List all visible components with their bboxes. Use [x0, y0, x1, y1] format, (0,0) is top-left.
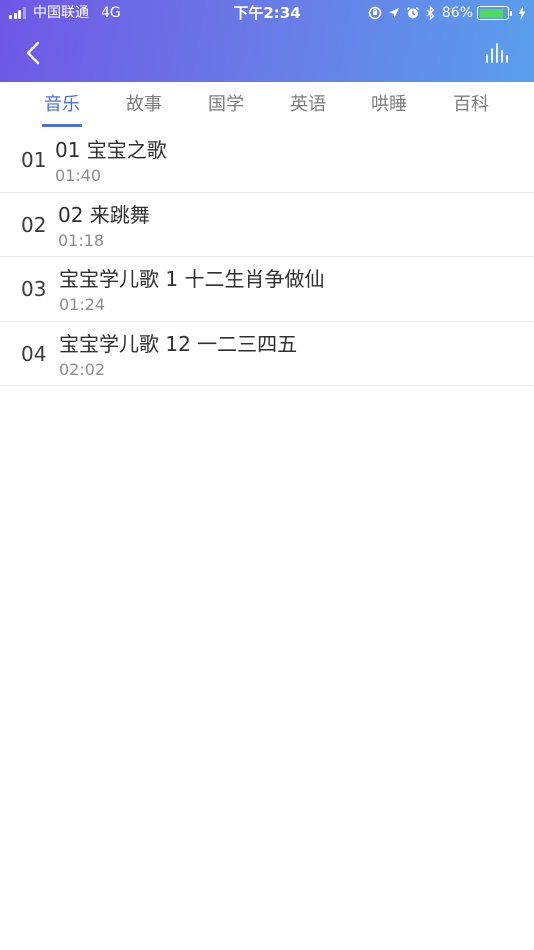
battery-percent: 86%: [441, 5, 473, 21]
tab-lullaby[interactable]: 哄睡: [351, 82, 427, 130]
status-bar: 中国联通 4G 下午2:34 86%: [0, 0, 534, 28]
track-index: 04: [21, 341, 47, 366]
tab-chinese-classics[interactable]: 国学: [188, 82, 264, 130]
equalizer-icon: [486, 43, 508, 63]
battery-level: [479, 8, 503, 18]
track-duration: 01:40: [55, 166, 102, 185]
tab-english[interactable]: 英语: [270, 82, 346, 130]
active-tab-indicator: [42, 124, 82, 127]
track-duration: 02:02: [59, 359, 106, 379]
tab-music[interactable]: 音乐: [24, 82, 100, 130]
track-list: 01 01 宝宝之歌 01:40 02 02 来跳舞 01:18 03 宝宝学儿…: [0, 128, 534, 386]
track-duration: 01:18: [58, 230, 105, 250]
alarm-icon: [406, 6, 420, 20]
track-index: 02: [21, 212, 47, 237]
back-button[interactable]: [20, 38, 46, 68]
track-row[interactable]: 01 01 宝宝之歌 01:40: [0, 128, 534, 193]
track-row[interactable]: 02 02 来跳舞 01:18: [0, 193, 534, 257]
track-title: 宝宝学儿歌 12 一二三四五: [59, 331, 298, 356]
location-icon: [388, 7, 400, 19]
tab-encyclopedia[interactable]: 百科: [433, 82, 509, 130]
track-row[interactable]: 04 宝宝学儿歌 12 一二三四五 02:02: [0, 322, 534, 386]
battery-icon: [477, 6, 512, 20]
chevron-left-icon: [26, 41, 40, 65]
rotation-lock-icon: [368, 6, 382, 20]
track-index: 03: [21, 277, 47, 301]
track-title: 宝宝学儿歌 1 十二生肖争做仙: [59, 267, 325, 291]
track-duration: 01:24: [59, 295, 106, 314]
category-tabs: 音乐 故事 国学 英语 哄睡 百科: [0, 82, 534, 130]
track-title: 01 宝宝之歌: [55, 138, 167, 162]
status-right: 86%: [362, 4, 526, 22]
charging-icon: [518, 6, 526, 20]
now-playing-button[interactable]: [484, 40, 510, 66]
track-title: 02 来跳舞: [58, 202, 150, 227]
bluetooth-icon: [426, 6, 435, 20]
tab-stories[interactable]: 故事: [106, 82, 182, 130]
track-index: 01: [21, 148, 47, 172]
track-row[interactable]: 03 宝宝学儿歌 1 十二生肖争做仙 01:24: [0, 257, 534, 322]
app-header: 中国联通 4G 下午2:34 86%: [0, 0, 534, 82]
